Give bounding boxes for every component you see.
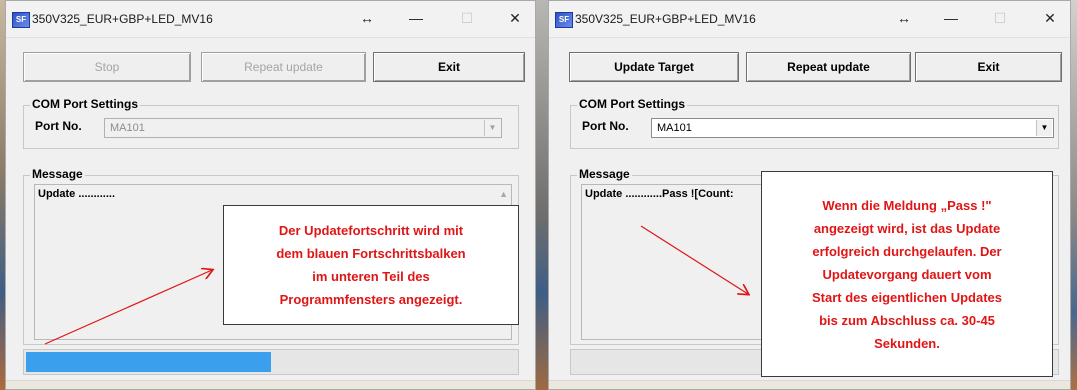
arrow-to-pass-message [640,225,748,294]
arrow-to-progress-bar [44,270,212,345]
annotation-arrows [44,225,1077,345]
